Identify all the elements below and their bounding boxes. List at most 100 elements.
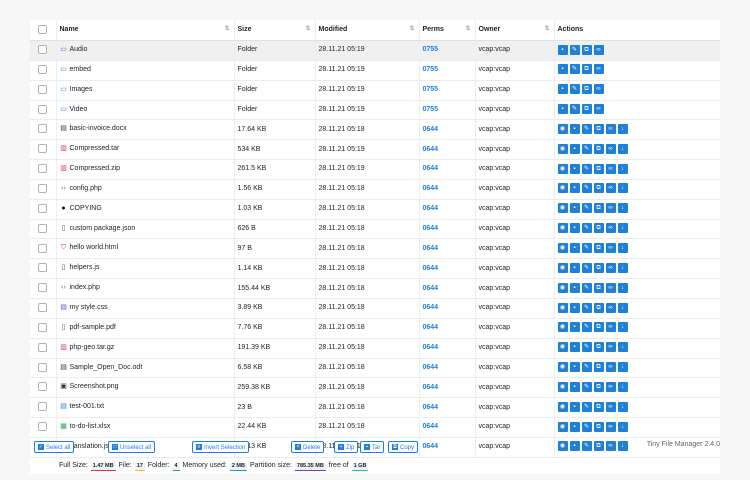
download-action-button[interactable]: ↓ — [617, 421, 628, 432]
copy-action-button[interactable]: ⧉ — [593, 262, 604, 273]
delete-action-button[interactable]: ▪ — [557, 44, 568, 55]
copy-action-button[interactable]: ⧉ — [593, 302, 604, 313]
rename-action-button[interactable]: ✎ — [581, 322, 592, 333]
link-action-button[interactable]: ∞ — [605, 282, 616, 293]
file-name-cell[interactable]: ▤ my style.css — [56, 298, 235, 319]
link-action-button[interactable]: ∞ — [605, 143, 616, 154]
delete-action-button[interactable]: ▪ — [569, 183, 580, 194]
file-name-cell[interactable]: ▤ test-001.txt — [56, 397, 235, 418]
link-action-button[interactable]: ∞ — [605, 302, 616, 313]
file-name-link[interactable]: Video — [70, 106, 88, 113]
delete-action-button[interactable]: ▪ — [569, 262, 580, 273]
table-row[interactable]: ▤ my style.css 3.89 KB 28.11.21 05:18 0644 vc… — [30, 298, 720, 319]
view-action-button[interactable]: ◉ — [557, 322, 568, 333]
file-name-link[interactable]: Audio — [70, 46, 88, 53]
table-row[interactable]: ▥ Compressed.tar 534 KB 28.11.21 05:19 0644 v… — [30, 139, 720, 160]
file-perms-link[interactable]: 0755 — [423, 66, 439, 73]
file-perms-link[interactable]: 0644 — [423, 225, 439, 232]
view-action-button[interactable]: ◉ — [557, 183, 568, 194]
row-checkbox[interactable] — [38, 382, 48, 392]
file-name-link[interactable]: Screenshot.png — [70, 383, 119, 390]
table-row[interactable]: ▯ custom package.json 626 B 28.11.21 05:18 0… — [30, 219, 720, 239]
file-perms-link[interactable]: 0644 — [423, 344, 439, 351]
row-checkbox-cell[interactable] — [30, 318, 57, 339]
rename-action-button[interactable]: ✎ — [569, 44, 580, 55]
copy-action-button[interactable]: ⧉ — [593, 143, 604, 154]
table-row[interactable]: ▣ Screenshot.png 259.38 KB 28.11.21 05:18 06… — [30, 377, 720, 398]
rename-action-button[interactable]: ✎ — [569, 64, 580, 75]
copy-action-button[interactable]: ⧉ — [581, 44, 592, 55]
row-checkbox-cell[interactable] — [30, 119, 57, 140]
view-action-button[interactable]: ◉ — [557, 203, 568, 214]
column-header-size[interactable]: Size ⇅ — [234, 20, 316, 41]
file-name-cell[interactable]: ▭ Audio — [56, 40, 235, 61]
row-checkbox-cell[interactable] — [30, 338, 57, 358]
table-row[interactable]: ▯ helpers.js 1.14 KB 28.11.21 05:18 0644 vcap… — [30, 258, 720, 279]
file-name-cell[interactable]: ▭ Video — [56, 100, 235, 120]
view-action-button[interactable]: ◉ — [557, 143, 568, 154]
delete-button[interactable]: × Delete — [291, 441, 325, 453]
download-action-button[interactable]: ↓ — [617, 302, 628, 313]
row-checkbox[interactable] — [38, 342, 48, 352]
unselect-all-button[interactable]: □ Unselect all — [108, 441, 156, 453]
row-checkbox-cell[interactable] — [30, 417, 57, 438]
row-checkbox[interactable] — [38, 124, 48, 134]
row-checkbox[interactable] — [38, 422, 48, 432]
row-checkbox[interactable] — [38, 183, 48, 193]
file-name-cell[interactable]: ▤ basic-invoice.docx — [56, 119, 235, 140]
row-checkbox-cell[interactable] — [30, 298, 57, 319]
table-row[interactable]: ⛉ hello world.html 97 B 28.11.21 05:18 0644 v… — [30, 238, 720, 259]
copy-action-button[interactable]: ⧉ — [593, 223, 604, 234]
file-name-cell[interactable]: ‹› config.php — [56, 179, 235, 200]
rename-action-button[interactable]: ✎ — [569, 84, 580, 95]
download-action-button[interactable]: ↓ — [617, 223, 628, 234]
link-action-button[interactable]: ∞ — [605, 342, 616, 353]
view-action-button[interactable]: ◉ — [557, 223, 568, 234]
file-name-cell[interactable]: ▭ Images — [56, 80, 235, 101]
row-checkbox-cell[interactable] — [30, 100, 57, 120]
copy-action-button[interactable]: ⧉ — [593, 203, 604, 214]
delete-action-button[interactable]: ▪ — [569, 282, 580, 293]
row-checkbox[interactable] — [38, 223, 48, 233]
view-action-button[interactable]: ◉ — [557, 401, 568, 412]
file-name-link[interactable]: Compressed.tar — [70, 145, 120, 152]
file-perms-link[interactable]: 0644 — [423, 126, 439, 133]
row-checkbox[interactable] — [38, 144, 48, 154]
delete-action-button[interactable]: ▪ — [569, 381, 580, 392]
link-action-button[interactable]: ∞ — [593, 104, 604, 115]
row-checkbox-cell[interactable] — [30, 219, 57, 239]
view-action-button[interactable]: ◉ — [557, 262, 568, 273]
rename-action-button[interactable]: ✎ — [581, 362, 592, 373]
file-perms-link[interactable]: 0644 — [423, 423, 439, 430]
row-checkbox[interactable] — [38, 263, 48, 273]
delete-action-button[interactable]: ▪ — [557, 104, 568, 115]
download-action-button[interactable]: ↓ — [617, 203, 628, 214]
row-checkbox[interactable] — [38, 104, 48, 114]
delete-action-button[interactable]: ▪ — [569, 421, 580, 432]
copy-action-button[interactable]: ⧉ — [593, 342, 604, 353]
select-all-checkbox[interactable] — [38, 24, 48, 34]
table-row[interactable]: ▯ pdf-sample.pdf 7.76 KB 28.11.21 05:18 0644… — [30, 318, 720, 339]
row-checkbox-cell[interactable] — [30, 358, 57, 378]
download-action-button[interactable]: ↓ — [617, 381, 628, 392]
view-action-button[interactable]: ◉ — [557, 342, 568, 353]
file-name-cell[interactable]: ▥ Compressed.zip — [56, 159, 235, 180]
link-action-button[interactable]: ∞ — [605, 322, 616, 333]
link-action-button[interactable]: ∞ — [605, 223, 616, 234]
download-action-button[interactable]: ↓ — [617, 183, 628, 194]
rename-action-button[interactable]: ✎ — [581, 381, 592, 392]
link-action-button[interactable]: ∞ — [605, 421, 616, 432]
row-checkbox[interactable] — [38, 203, 48, 213]
row-checkbox[interactable] — [38, 45, 48, 55]
row-checkbox[interactable] — [38, 362, 48, 372]
rename-action-button[interactable]: ✎ — [581, 183, 592, 194]
copy-action-button[interactable]: ⧉ — [581, 64, 592, 75]
copy-action-button[interactable]: ⧉ — [593, 322, 604, 333]
file-perms-link[interactable]: 0644 — [423, 245, 439, 252]
file-perms-link[interactable]: 0644 — [423, 165, 439, 172]
rename-action-button[interactable]: ✎ — [581, 203, 592, 214]
delete-action-button[interactable]: ▪ — [569, 123, 580, 134]
file-name-cell[interactable]: ● COPYING — [56, 199, 235, 220]
rename-action-button[interactable]: ✎ — [581, 243, 592, 254]
link-action-button[interactable]: ∞ — [593, 84, 604, 95]
